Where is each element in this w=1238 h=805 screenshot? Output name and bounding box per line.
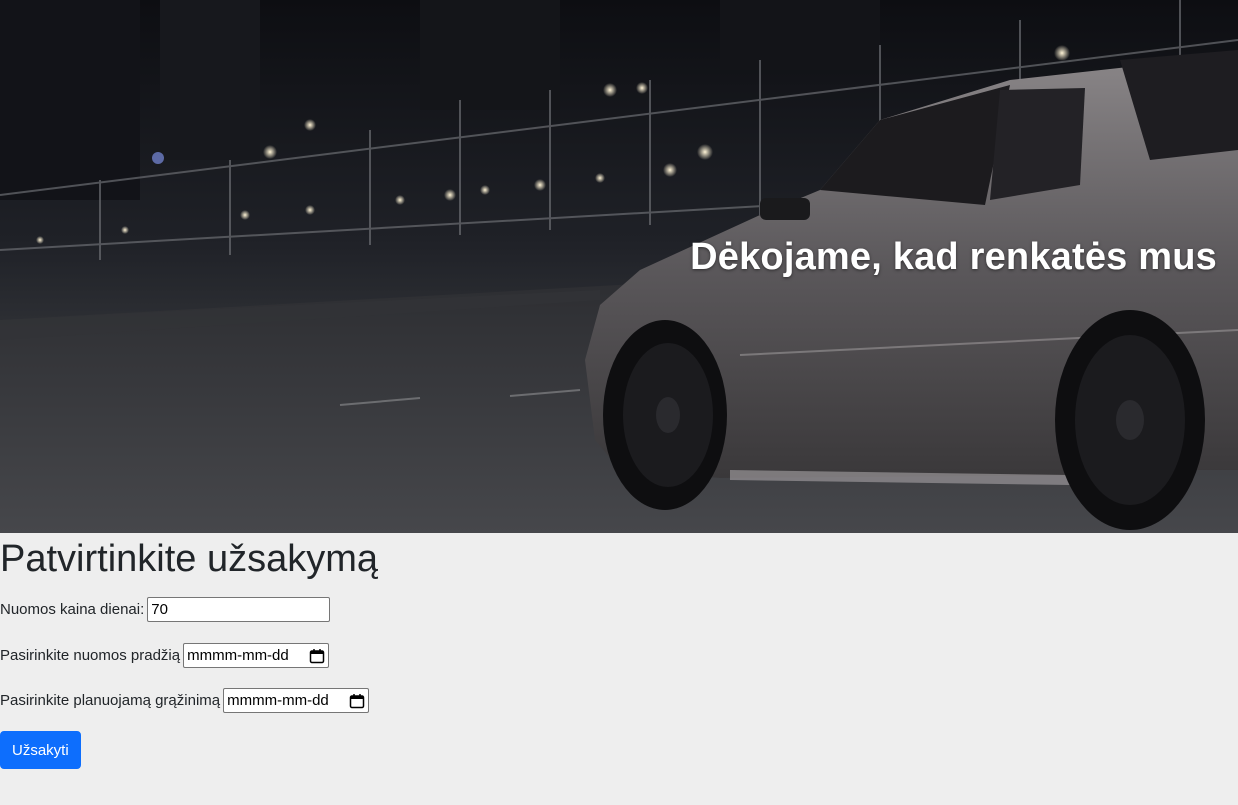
price-label: Nuomos kaina dienai: [0, 601, 145, 618]
page-title: Patvirtinkite užsakymą [0, 538, 379, 580]
submit-order-button[interactable]: Užsakyti [0, 731, 81, 769]
return-date-value: mmmm-mm-dd [227, 692, 329, 709]
hero-title: Dėkojame, kad renkatės mus [690, 236, 1217, 278]
start-date-row: Pasirinkite nuomos pradžią mmmm-mm-dd [0, 643, 330, 668]
calendar-icon[interactable] [309, 648, 325, 664]
return-date-input[interactable]: mmmm-mm-dd [223, 688, 370, 713]
start-date-label: Pasirinkite nuomos pradžią [0, 647, 181, 664]
start-date-value: mmmm-mm-dd [187, 647, 289, 664]
return-date-label: Pasirinkite planuojamą grąžinimą [0, 692, 221, 709]
hero-banner: Dėkojame, kad renkatės mus [0, 0, 1238, 533]
return-date-row: Pasirinkite planuojamą grąžinimą mmmm-mm… [0, 688, 370, 713]
start-date-input[interactable]: mmmm-mm-dd [183, 643, 330, 668]
price-input[interactable] [147, 597, 331, 622]
calendar-icon[interactable] [349, 693, 365, 709]
price-row: Nuomos kaina dienai: [0, 597, 331, 622]
